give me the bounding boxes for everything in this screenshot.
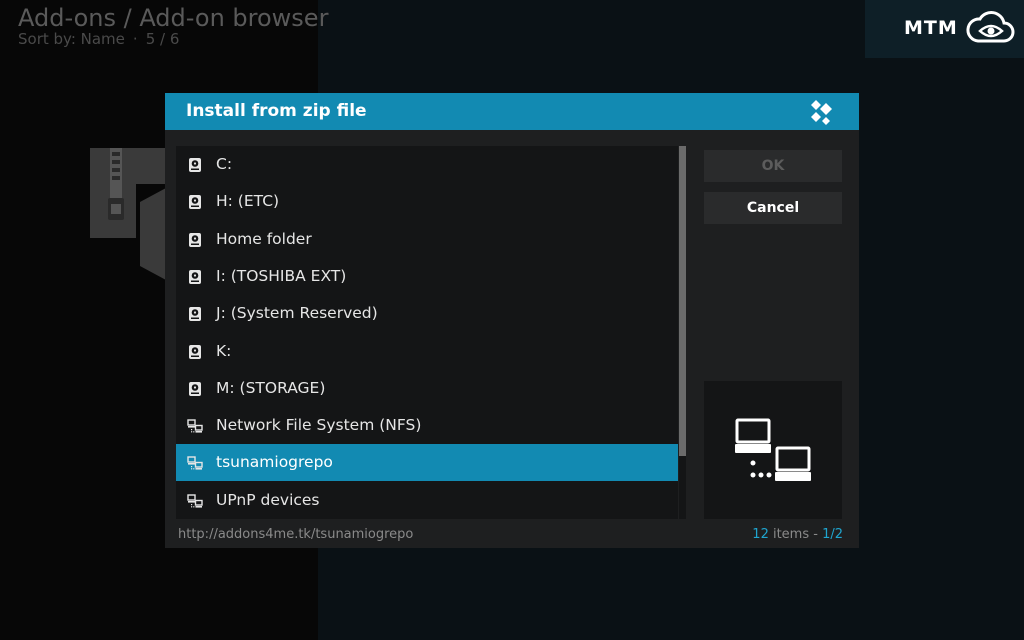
sort-info: Sort by: Name · 5 / 6 xyxy=(18,30,179,48)
ok-button[interactable]: OK xyxy=(704,150,842,182)
item-count-number: 12 xyxy=(752,527,769,542)
brand-logo: MTM xyxy=(904,11,1016,45)
list-item[interactable]: C: xyxy=(176,146,678,183)
list-item[interactable]: H: (ETC) xyxy=(176,183,678,220)
cloud-eye-icon xyxy=(966,11,1015,43)
hdd-icon xyxy=(187,306,203,322)
hdd-icon xyxy=(187,381,203,397)
list-item[interactable]: Network File System (NFS) xyxy=(176,407,678,444)
source-list[interactable]: C: H: (ETC) Home folder I: (TOSHIBA EXT) J: … xyxy=(176,146,678,519)
list-item[interactable]: J: (System Reserved) xyxy=(176,295,678,332)
hdd-icon xyxy=(187,344,203,360)
hdd-icon xyxy=(187,157,203,173)
network-icon xyxy=(187,418,203,434)
list-item-label: M: (STORAGE) xyxy=(216,378,326,397)
position-indicator: 5 / 6 xyxy=(145,30,180,48)
cancel-button[interactable]: Cancel xyxy=(704,192,842,224)
list-item[interactable]: UPnP devices xyxy=(176,482,678,519)
page-indicator: 1/2 xyxy=(822,527,843,542)
list-item-label: Home folder xyxy=(216,229,312,248)
list-item[interactable]: K: xyxy=(176,333,678,370)
hdd-icon xyxy=(187,194,203,210)
kodi-logo-icon xyxy=(811,100,832,125)
network-icon xyxy=(187,493,203,509)
preview-panel xyxy=(704,381,842,519)
dialog-title: Install from zip file xyxy=(186,101,367,121)
sort-label: Sort by: Name xyxy=(18,30,125,48)
hdd-icon xyxy=(187,232,203,248)
zip-file-icon xyxy=(90,148,166,280)
footer-path: http://addons4me.tk/tsunamiogrepo xyxy=(178,527,414,542)
item-count: 12 items - 1/2 xyxy=(752,527,843,542)
brand-text: MTM xyxy=(904,17,958,39)
list-item-label: I: (TOSHIBA EXT) xyxy=(216,266,347,285)
scroll-thumb[interactable] xyxy=(679,146,686,456)
list-item[interactable]: Home folder xyxy=(176,221,678,258)
list-item-label: C: xyxy=(216,155,233,173)
list-item-label: Network File System (NFS) xyxy=(216,416,422,435)
network-preview-icon xyxy=(735,418,811,481)
list-item-label: K: xyxy=(216,341,232,360)
dialog-header: Install from zip file xyxy=(165,93,859,130)
separator-dot: · xyxy=(132,30,138,48)
list-item-label: UPnP devices xyxy=(216,490,320,509)
list-scrollbar[interactable] xyxy=(679,146,686,519)
list-item-label: J: (System Reserved) xyxy=(216,304,378,323)
hdd-icon xyxy=(187,269,203,285)
install-from-zip-dialog: Install from zip file C: H: (ETC) Home fol… xyxy=(165,93,859,548)
item-count-suffix: items - xyxy=(768,527,823,542)
list-item[interactable]: I: (TOSHIBA EXT) xyxy=(176,258,678,295)
network-icon xyxy=(187,455,203,471)
list-item-label: tsunamiogrepo xyxy=(216,453,333,472)
list-item[interactable]: tsunamiogrepo xyxy=(176,444,678,482)
list-item[interactable]: M: (STORAGE) xyxy=(176,370,678,407)
list-item-label: H: (ETC) xyxy=(216,192,280,211)
page-title: Add-ons / Add-on browser xyxy=(18,4,329,32)
